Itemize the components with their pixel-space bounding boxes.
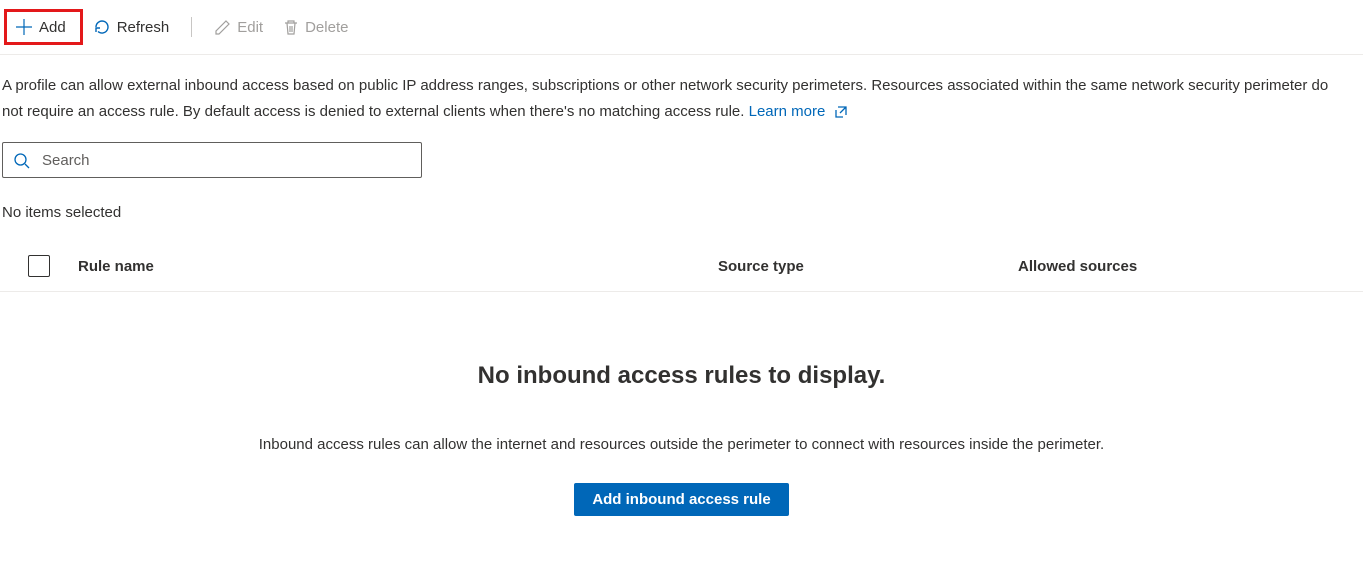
column-rule-name[interactable]: Rule name — [78, 258, 718, 275]
learn-more-link[interactable]: Learn more — [749, 103, 848, 120]
select-all-checkbox[interactable] — [28, 255, 50, 277]
add-inbound-rule-button[interactable]: Add inbound access rule — [574, 483, 788, 516]
edit-icon — [214, 19, 231, 36]
learn-more-label: Learn more — [749, 103, 826, 120]
plus-icon — [15, 18, 33, 36]
select-all-cell — [0, 255, 78, 277]
edit-button: Edit — [204, 13, 273, 42]
delete-icon — [283, 19, 299, 36]
column-source-type[interactable]: Source type — [718, 258, 1018, 275]
search-box[interactable] — [2, 142, 422, 178]
empty-title: No inbound access rules to display. — [0, 362, 1363, 390]
refresh-icon — [93, 18, 111, 36]
selection-count: No items selected — [2, 204, 1363, 221]
empty-state: No inbound access rules to display. Inbo… — [0, 362, 1363, 516]
toolbar-divider — [191, 17, 192, 37]
search-icon — [13, 152, 30, 169]
external-link-icon — [834, 105, 848, 119]
description-text: A profile can allow external inbound acc… — [0, 55, 1340, 124]
empty-subtitle: Inbound access rules can allow the inter… — [0, 436, 1363, 453]
refresh-label: Refresh — [117, 19, 170, 36]
column-allowed-sources[interactable]: Allowed sources — [1018, 258, 1363, 275]
table-header: Rule name Source type Allowed sources — [0, 227, 1363, 292]
search-input[interactable] — [42, 152, 411, 169]
toolbar: Add Refresh Edit Delete — [0, 0, 1363, 55]
delete-label: Delete — [305, 19, 348, 36]
refresh-button[interactable]: Refresh — [83, 12, 180, 42]
description-body: A profile can allow external inbound acc… — [2, 77, 1328, 120]
edit-label: Edit — [237, 19, 263, 36]
delete-button: Delete — [273, 13, 358, 42]
add-label: Add — [39, 19, 66, 36]
add-button[interactable]: Add — [4, 9, 83, 45]
